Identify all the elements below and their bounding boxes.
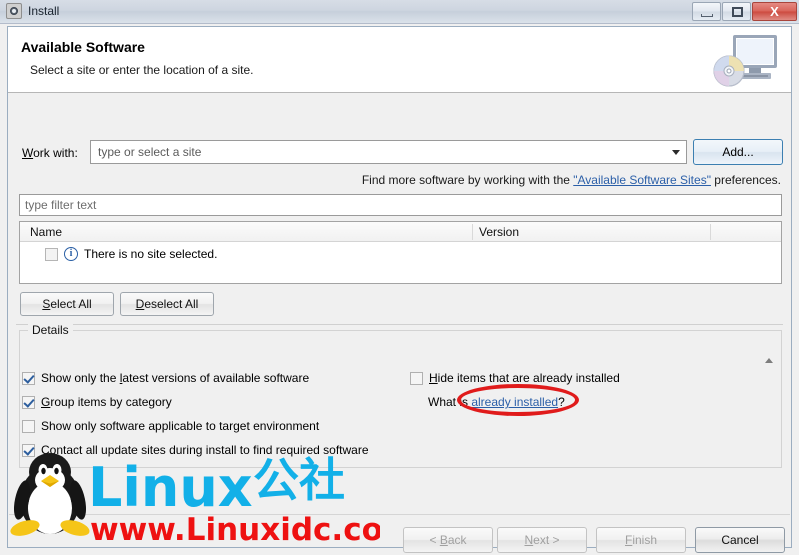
checkbox-box[interactable] — [22, 444, 35, 457]
finish-post: inish — [632, 533, 657, 547]
close-icon: X — [753, 4, 796, 20]
restore-icon — [732, 7, 743, 17]
maximize-restore-button[interactable] — [722, 2, 751, 21]
checkbox-label: Show only the latest versions of availab… — [41, 371, 309, 385]
checkbox-box[interactable] — [22, 396, 35, 409]
cancel-button[interactable]: Cancel — [695, 527, 785, 553]
checkbox-box[interactable] — [410, 372, 423, 385]
what-is-suffix: ? — [558, 395, 565, 409]
checkbox-show-latest-versions[interactable]: Show only the latest versions of availab… — [22, 371, 309, 385]
find-more-suffix: preferences. — [711, 173, 781, 187]
finish-button[interactable]: Finish — [596, 527, 686, 553]
checkbox-label: Hide items that are already installed — [429, 371, 620, 385]
column-header-name[interactable]: Name — [30, 225, 62, 239]
row-label: There is no site selected. — [84, 247, 217, 261]
deselect-all-label: eselect All — [144, 297, 198, 311]
already-installed-link[interactable]: already installed — [471, 395, 558, 409]
install-gear-icon — [6, 3, 22, 19]
label-pre: Show only software applicable to target … — [41, 419, 319, 433]
what-is-already-installed-text: What is already installed? — [428, 395, 565, 409]
title-bar: Install X — [0, 0, 799, 24]
chevron-down-icon[interactable] — [672, 150, 680, 155]
work-with-placeholder: type or select a site — [98, 145, 201, 159]
find-more-prefix: Find more software by working with the — [362, 173, 573, 187]
table-row[interactable]: i There is no site selected. — [20, 243, 781, 265]
work-with-mnemonic: W — [22, 146, 33, 160]
next-button[interactable]: Next > — [497, 527, 587, 553]
checkbox-box[interactable] — [22, 420, 35, 433]
title-bar-left: Install — [6, 3, 59, 19]
details-group-title: Details — [28, 323, 73, 337]
select-all-button[interactable]: Select All — [20, 292, 114, 316]
row-checkbox[interactable] — [45, 248, 58, 261]
next-post: ext > — [533, 533, 559, 547]
checkbox-hide-already-installed[interactable]: Hide items that are already installed — [410, 371, 620, 385]
window-title: Install — [28, 3, 59, 19]
what-is-prefix: What is — [428, 395, 471, 409]
checkbox-target-environment[interactable]: Show only software applicable to target … — [22, 419, 319, 433]
label-mnemonic: H — [429, 371, 438, 385]
next-mnemonic: N — [524, 533, 533, 547]
label-post: roup items by category — [50, 395, 171, 409]
checkbox-label: Contact all update sites during install … — [41, 443, 369, 457]
checkbox-group-by-category[interactable]: Group items by category — [22, 395, 172, 409]
add-site-button[interactable]: Add... — [693, 139, 783, 165]
deselect-all-button[interactable]: Deselect All — [120, 292, 214, 316]
software-table: Name Version i There is no site selected… — [19, 221, 782, 284]
available-software-sites-link[interactable]: "Available Software Sites" — [573, 173, 711, 187]
checkbox-box[interactable] — [22, 372, 35, 385]
label-post: ontact all update sites during install t… — [50, 443, 369, 457]
select-all-label: elect All — [50, 297, 91, 311]
column-divider-1[interactable] — [472, 224, 473, 240]
section-divider — [16, 324, 783, 325]
dialog-body: Available Software Select a site or ente… — [7, 26, 792, 548]
monitor-cd-install-icon — [707, 31, 783, 89]
window-controls: X — [692, 2, 797, 21]
minimize-icon — [701, 14, 713, 17]
minimize-button[interactable] — [692, 2, 721, 21]
back-post: ack — [448, 533, 467, 547]
checkbox-label: Group items by category — [41, 395, 172, 409]
install-dialog-window: Install X Available Software Select a si… — [0, 0, 799, 555]
back-mnemonic: B — [440, 533, 448, 547]
label-mnemonic: G — [41, 395, 50, 409]
close-button[interactable]: X — [752, 2, 797, 21]
wizard-banner: Available Software Select a site or ente… — [8, 27, 791, 93]
back-button[interactable]: < Back — [403, 527, 493, 553]
label-mnemonic: C — [41, 443, 50, 457]
checkbox-contact-update-sites[interactable]: Contact all update sites during install … — [22, 443, 369, 457]
label-post: ide items that are already installed — [438, 371, 620, 385]
info-icon: i — [64, 247, 78, 261]
scroll-up-icon[interactable] — [765, 358, 773, 363]
work-with-label-rest: ork with: — [33, 146, 78, 160]
back-pre: < — [429, 533, 439, 547]
find-more-software-text: Find more software by working with the "… — [362, 173, 781, 187]
deselect-all-mnemonic: D — [136, 297, 145, 311]
footer-divider — [9, 514, 790, 515]
work-with-combo[interactable]: type or select a site — [90, 140, 687, 164]
checkbox-label: Show only software applicable to target … — [41, 419, 319, 433]
label-pre: Show only the — [41, 371, 120, 385]
filter-input[interactable]: type filter text — [19, 194, 782, 216]
page-subtitle: Select a site or enter the location of a… — [30, 63, 253, 77]
page-title: Available Software — [21, 39, 145, 55]
table-header-row: Name Version — [20, 222, 781, 242]
column-header-version[interactable]: Version — [479, 225, 519, 239]
label-post: atest versions of available software — [122, 371, 309, 385]
filter-placeholder: type filter text — [25, 198, 96, 212]
column-divider-2[interactable] — [710, 224, 711, 240]
work-with-label: Work with: — [22, 146, 78, 160]
